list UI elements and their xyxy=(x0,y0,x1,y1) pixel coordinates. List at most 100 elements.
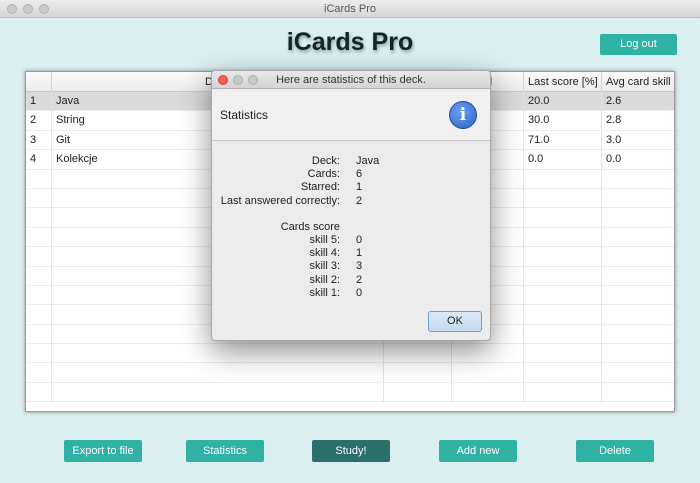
row-avg-skill: 2.6 xyxy=(606,95,622,107)
row-avg-skill xyxy=(602,383,674,402)
info-icon: i xyxy=(449,101,477,129)
add-new-button[interactable]: Add new xyxy=(439,440,517,462)
row-cards xyxy=(384,344,452,364)
stat-row-label: Last answered correctly: xyxy=(220,194,340,207)
column-header-index[interactable] xyxy=(26,72,52,92)
stat-row-value: 6 xyxy=(356,168,363,181)
row-avg-skill xyxy=(602,267,674,286)
row-index xyxy=(26,324,52,344)
row-last-score xyxy=(524,227,602,247)
statistics-list: Deck: Java Cards: 6 Starred: 1 Last answered c… xyxy=(212,155,490,300)
row-last-score xyxy=(524,285,602,305)
row-last-score xyxy=(524,247,602,267)
skill-score-row-value: 1 xyxy=(356,247,363,260)
row-avg-skill xyxy=(602,208,674,227)
skill-score-row: skill 1: 0 xyxy=(212,287,490,300)
skill-score-row-value: 0 xyxy=(356,233,363,246)
row-last-score xyxy=(524,266,602,286)
row-deck-name xyxy=(52,344,384,364)
skill-score-row: skill 5: 0 xyxy=(212,234,490,247)
skill-score-row-value: 3 xyxy=(356,260,363,273)
dialog-header: Statistics i xyxy=(212,89,490,141)
stat-row: Starred: 1 xyxy=(212,181,490,194)
delete-button[interactable]: Delete xyxy=(576,440,654,462)
column-header-last-score[interactable]: Last score [%] xyxy=(524,72,602,92)
statistics-button[interactable]: Statistics xyxy=(186,440,264,462)
row-avg-skill: 3.0 xyxy=(606,133,622,146)
row-avg-skill xyxy=(602,363,674,382)
export-to-file-button[interactable]: Export to file xyxy=(64,440,142,462)
skill-score-row: skill 3: 3 xyxy=(212,260,490,273)
app-title: iCards Pro xyxy=(286,28,414,56)
dialog-minimize-icon xyxy=(233,75,243,85)
row-cards xyxy=(384,382,452,402)
row-starred xyxy=(452,344,524,364)
row-avg-skill xyxy=(602,228,674,247)
skill-score-row-label: skill 4: xyxy=(309,247,340,260)
row-avg-skill: 0.0 xyxy=(606,153,622,166)
row-avg-skill xyxy=(602,170,674,189)
ok-button[interactable]: OK xyxy=(428,311,482,332)
empty-table-row xyxy=(26,363,674,383)
stat-row-label: Starred: xyxy=(300,181,340,194)
stat-row-label: Cards: xyxy=(307,168,340,181)
skill-score-row-label: skill 5: xyxy=(309,233,340,246)
row-index xyxy=(26,382,52,402)
row-avg-skill xyxy=(602,344,674,363)
row-avg-skill xyxy=(602,325,674,344)
stat-row: Cards: 6 xyxy=(212,168,490,181)
row-index xyxy=(26,344,52,364)
statistics-dialog: Here are statistics of this deck. Statis… xyxy=(211,70,491,341)
row-last-score xyxy=(524,188,602,208)
row-index xyxy=(26,208,52,228)
minimize-window-icon[interactable] xyxy=(23,4,33,14)
row-last-score xyxy=(524,169,602,189)
row-index: 3 xyxy=(26,130,52,150)
row-index xyxy=(26,169,52,189)
empty-table-row xyxy=(26,382,674,403)
cards-score-heading-label: Cards score xyxy=(280,220,340,233)
row-index xyxy=(26,363,52,383)
row-index xyxy=(26,305,52,325)
row-last-score xyxy=(524,305,602,325)
row-last-score xyxy=(524,344,602,364)
maximize-window-icon[interactable] xyxy=(39,4,49,14)
stat-row-label: Deck: xyxy=(311,155,340,167)
row-avg-skill xyxy=(602,189,674,208)
row-last-score xyxy=(524,382,602,402)
dialog-close-icon[interactable] xyxy=(218,75,228,85)
row-cards xyxy=(384,363,452,383)
dialog-header-text: Statistics xyxy=(220,108,269,122)
row-avg-skill: 2.8 xyxy=(606,114,622,127)
stat-row-value: 1 xyxy=(356,181,363,194)
stat-row: Deck: Java xyxy=(212,155,490,168)
cards-score-heading: Cards score xyxy=(212,221,490,234)
logout-button[interactable]: Log out xyxy=(600,34,677,55)
close-window-icon[interactable] xyxy=(7,4,17,14)
stats-spacer xyxy=(212,208,490,221)
window-title: iCards Pro xyxy=(324,3,376,15)
row-deck-name xyxy=(52,363,384,383)
skill-score-row-label: skill 2: xyxy=(309,273,340,286)
window-controls xyxy=(7,4,49,14)
window-titlebar: iCards Pro xyxy=(0,0,700,18)
row-index: 1 xyxy=(26,92,52,111)
skill-score-row: skill 2: 2 xyxy=(212,274,490,287)
dialog-maximize-icon xyxy=(248,75,258,85)
row-index xyxy=(26,266,52,286)
row-last-score: 30.0 xyxy=(524,111,602,131)
column-header-avg-skill[interactable]: Avg card skill xyxy=(602,72,674,92)
row-index xyxy=(26,247,52,267)
row-deck-name xyxy=(52,382,384,402)
skill-score-row-value: 0 xyxy=(356,286,363,299)
skill-score-row: skill 4: 1 xyxy=(212,247,490,260)
row-index: 2 xyxy=(26,111,52,131)
row-last-score xyxy=(524,208,602,228)
study-button[interactable]: Study! xyxy=(312,440,390,462)
empty-table-row xyxy=(26,344,674,364)
row-index xyxy=(26,285,52,305)
row-index xyxy=(26,227,52,247)
stat-row-value: 2 xyxy=(356,194,363,207)
dialog-window-controls xyxy=(218,75,258,85)
dialog-title: Here are statistics of this deck. xyxy=(276,74,426,86)
